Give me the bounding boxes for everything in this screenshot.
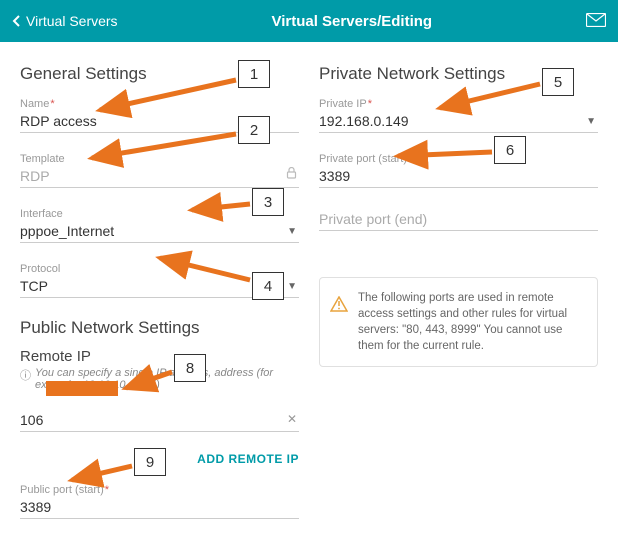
field-private-port-start: Private port (start)* xyxy=(319,153,598,188)
right-column: Private Network Settings Private IP* ▼ P… xyxy=(319,60,598,543)
content: General Settings Name* Template Interfac… xyxy=(0,42,618,543)
callout-5: 5 xyxy=(542,68,574,96)
label-public-port-start: Public port (start)* xyxy=(20,484,299,496)
field-public-port-end xyxy=(20,539,299,543)
page-title: Virtual Servers/Editing xyxy=(118,13,586,30)
redaction-block xyxy=(46,381,118,396)
field-remote-ip: ✕ xyxy=(20,409,299,432)
callout-8: 8 xyxy=(174,354,206,382)
field-template: Template xyxy=(20,153,299,188)
port-notice: The following ports are used in remote a… xyxy=(319,277,598,367)
warning-icon xyxy=(330,296,348,317)
template-input xyxy=(20,165,299,188)
field-private-port-end xyxy=(319,208,598,231)
label-private-port-start: Private port (start)* xyxy=(319,153,598,165)
callout-3: 3 xyxy=(252,188,284,216)
callout-2: 2 xyxy=(238,116,270,144)
info-icon: ⓘ xyxy=(20,367,31,391)
label-private-ip: Private IP* xyxy=(319,98,598,110)
private-port-end-input[interactable] xyxy=(319,208,598,231)
label-template: Template xyxy=(20,153,299,165)
back-button[interactable]: Virtual Servers xyxy=(12,13,118,29)
remote-ip-title: Remote IP xyxy=(20,348,299,365)
clear-icon[interactable]: ✕ xyxy=(287,412,297,426)
callout-9: 9 xyxy=(134,448,166,476)
public-port-start-input[interactable] xyxy=(20,496,299,519)
field-public-port-start: Public port (start)* xyxy=(20,484,299,519)
back-label: Virtual Servers xyxy=(26,13,118,29)
mail-icon[interactable] xyxy=(586,13,606,30)
callout-6: 6 xyxy=(494,136,526,164)
private-ip-select[interactable] xyxy=(319,110,598,133)
interface-select[interactable] xyxy=(20,220,299,243)
chevron-left-icon xyxy=(12,15,20,27)
label-name: Name* xyxy=(20,98,299,110)
public-port-end-input[interactable] xyxy=(20,539,299,543)
field-private-ip: Private IP* ▼ xyxy=(319,98,598,133)
app-header: Virtual Servers Virtual Servers/Editing xyxy=(0,0,618,42)
private-port-start-input[interactable] xyxy=(319,165,598,188)
notice-text: The following ports are used in remote a… xyxy=(358,292,567,352)
callout-4: 4 xyxy=(252,272,284,300)
remote-ip-input[interactable] xyxy=(20,409,299,432)
section-public: Public Network Settings xyxy=(20,318,299,338)
callout-1: 1 xyxy=(238,60,270,88)
